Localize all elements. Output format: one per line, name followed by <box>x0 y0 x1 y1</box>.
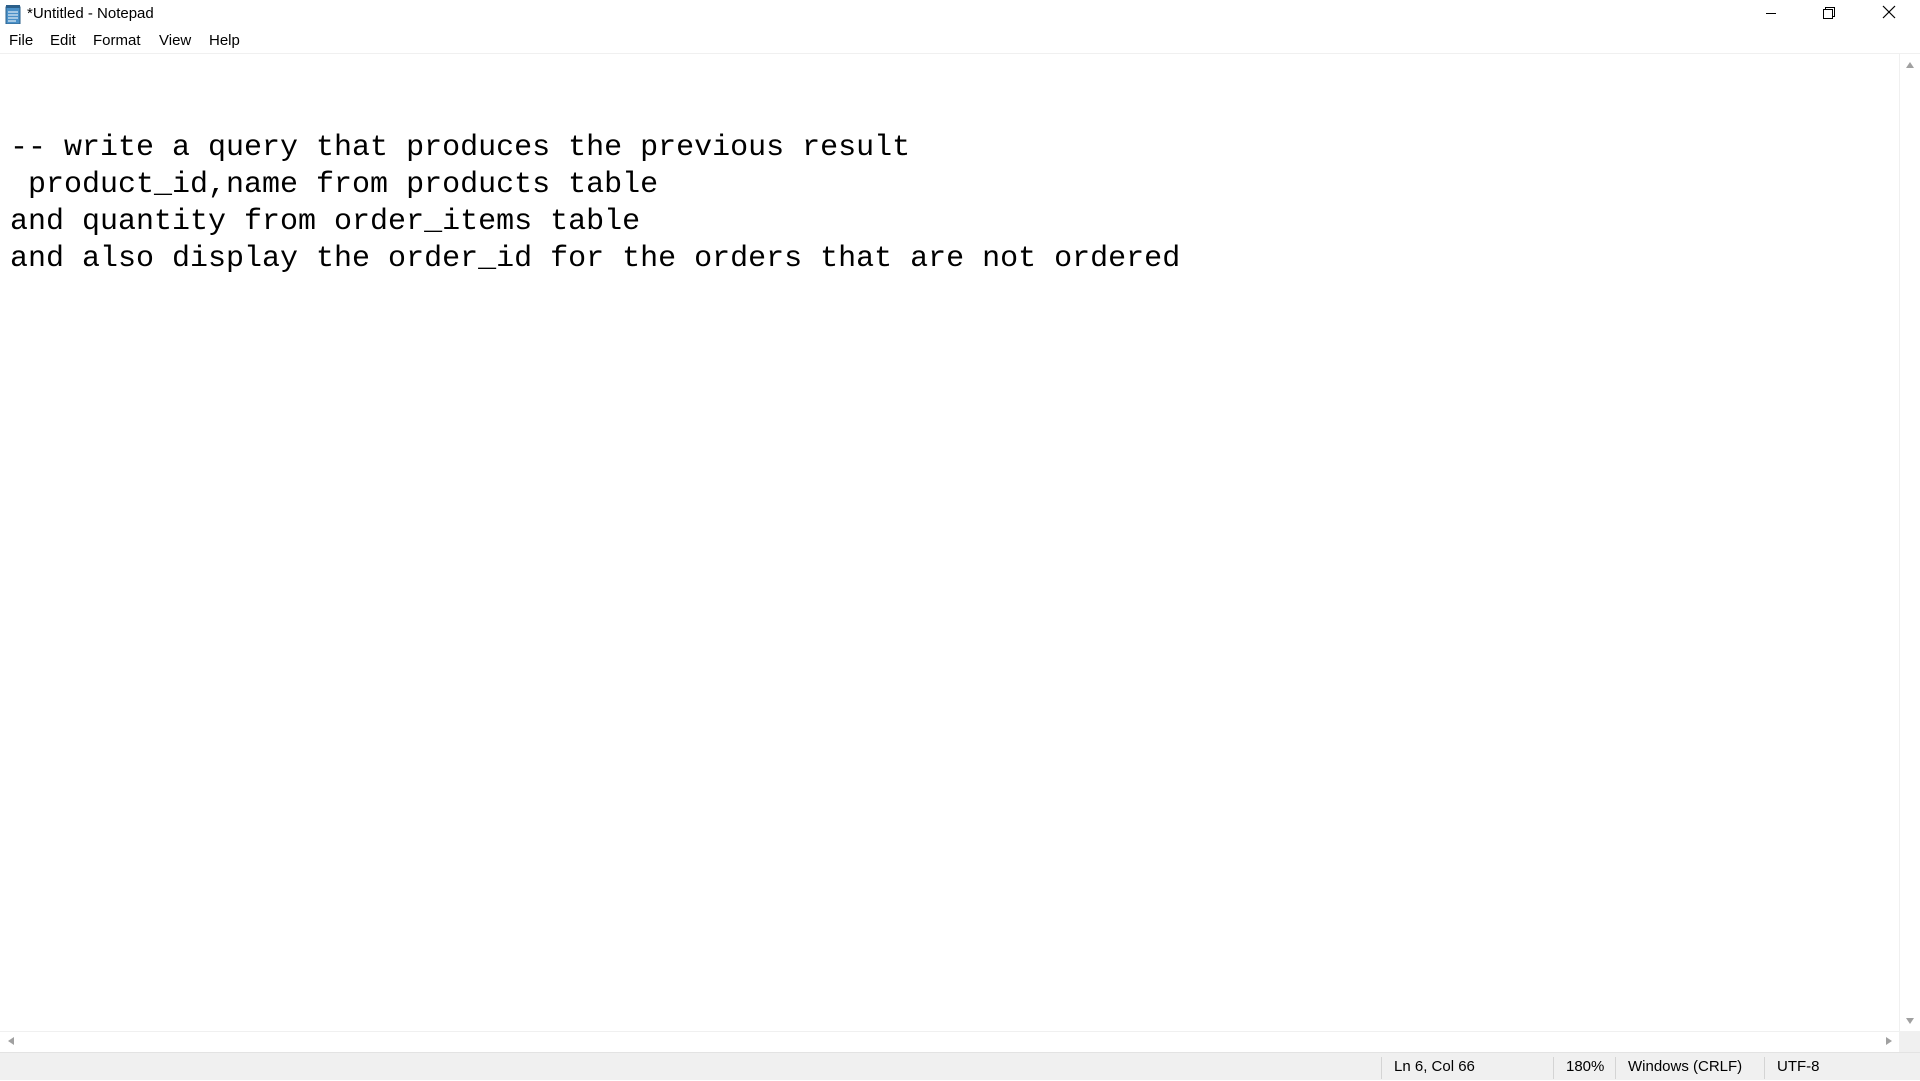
menu-format[interactable]: Format <box>89 32 145 50</box>
scroll-left-button[interactable] <box>2 1032 19 1052</box>
encoding: UTF-8 <box>1777 1058 1820 1075</box>
zoom-level: 180% <box>1566 1058 1605 1075</box>
menu-view[interactable]: View <box>155 32 195 50</box>
close-icon <box>1882 5 1896 24</box>
minimize-icon <box>1765 6 1777 24</box>
restore-button[interactable] <box>1800 0 1858 29</box>
cursor-position: Ln 6, Col 66 <box>1394 1058 1475 1075</box>
triangle-up-icon <box>1905 56 1915 74</box>
line-ending: Windows (CRLF) <box>1628 1058 1743 1075</box>
menu-bar: File Edit Format View Help <box>0 29 1920 53</box>
triangle-down-icon <box>1905 1012 1915 1030</box>
vertical-scrollbar[interactable] <box>1899 54 1920 1031</box>
scroll-right-button[interactable] <box>1880 1032 1897 1052</box>
editor-content[interactable]: -- write a query that produces the previ… <box>10 130 1180 278</box>
menu-edit[interactable]: Edit <box>46 32 80 50</box>
scroll-down-button[interactable] <box>1900 1012 1920 1029</box>
text-editor[interactable]: -- write a query that produces the previ… <box>0 54 1899 1031</box>
close-button[interactable] <box>1858 0 1920 29</box>
notepad-window: *Untitled - Notepad File Edit Format Vie… <box>0 0 1920 1080</box>
restore-icon <box>1823 6 1835 24</box>
scrollbar-corner <box>1899 1031 1920 1052</box>
menu-file[interactable]: File <box>5 32 37 50</box>
title-bar[interactable]: *Untitled - Notepad <box>0 0 1920 29</box>
window-title: *Untitled - Notepad <box>27 5 154 22</box>
status-bar: Ln 6, Col 66 180% Windows (CRLF) UTF-8 <box>0 1052 1920 1080</box>
notepad-icon <box>5 5 21 25</box>
scroll-up-button[interactable] <box>1900 56 1920 73</box>
triangle-left-icon <box>7 1033 15 1051</box>
menu-help[interactable]: Help <box>205 32 244 50</box>
horizontal-scrollbar[interactable] <box>0 1031 1899 1052</box>
triangle-right-icon <box>1885 1033 1893 1051</box>
minimize-button[interactable] <box>1742 0 1800 29</box>
